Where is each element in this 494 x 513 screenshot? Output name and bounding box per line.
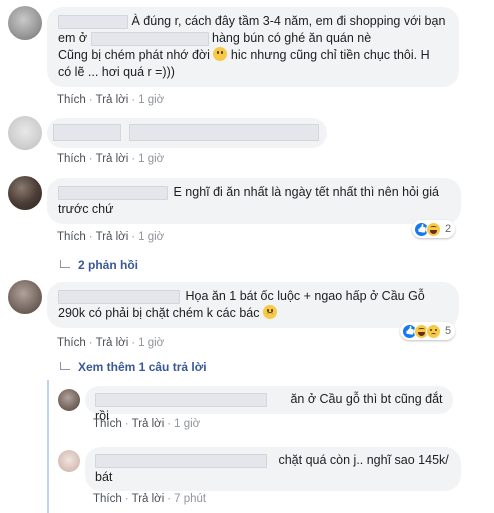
reaction-summary[interactable]: 5: [400, 322, 456, 340]
reply-thread-line: [47, 380, 49, 513]
reply-link[interactable]: Trả lời: [96, 153, 129, 165]
comment-bubble: E nghĩ đi ăn nhất là ngày tết nhất thì n…: [47, 178, 461, 224]
like-link[interactable]: Thích: [93, 418, 122, 430]
reply-link[interactable]: Trả lời: [132, 493, 165, 505]
reply-link[interactable]: Trả lời: [96, 94, 129, 106]
reply-time[interactable]: 1 giờ: [174, 418, 200, 430]
redacted-name[interactable]: [58, 185, 168, 200]
avatar[interactable]: [8, 6, 42, 40]
view-replies-link[interactable]: 2 phản hồi: [60, 258, 138, 272]
comment-actions: Thích · Trả lời · 1 giờ: [57, 153, 165, 165]
reaction-count: 5: [445, 325, 452, 337]
comment-text-line: có lẽ ... hơi quá r =))): [58, 65, 175, 79]
sad-reaction-icon: [426, 323, 441, 339]
reply-actions: Thích · Trả lời · 7 phút: [93, 493, 207, 505]
redacted-text: [129, 124, 319, 141]
comment-actions: Thích · Trả lời · 1 giờ: [57, 337, 165, 349]
view-more-replies-link[interactable]: Xem thêm 1 câu trả lời: [60, 360, 207, 374]
reply-text-line: bát: [95, 470, 113, 484]
comment-actions: Thích · Trả lời · 1 giờ: [57, 231, 165, 243]
comment-time[interactable]: 1 giờ: [138, 153, 164, 165]
reply-text-line: chặt quá còn j.. nghĩ sao 145k/: [95, 452, 451, 469]
comment-text-line: À đúng r, cách đây tầm 3-4 năm, em đi sh…: [58, 13, 448, 30]
comment-bubble: [47, 118, 327, 148]
avatar[interactable]: [8, 280, 42, 314]
redacted-name[interactable]: [53, 124, 121, 141]
comment-time[interactable]: 1 giờ: [138, 337, 164, 349]
comment-time[interactable]: 1 giờ: [138, 94, 164, 106]
reply-time[interactable]: 7 phút: [174, 493, 206, 505]
reply-arrow-icon: [60, 260, 70, 268]
reply-arrow-icon: [60, 362, 70, 370]
reaction-count: 2: [445, 223, 452, 235]
reply-link[interactable]: Trả lời: [132, 418, 165, 430]
comment-bubble: À đúng r, cách đây tầm 3-4 năm, em đi sh…: [47, 7, 459, 87]
redacted-text: [90, 31, 209, 46]
reply-link[interactable]: Trả lời: [96, 231, 129, 243]
comment-text-line: E nghĩ đi ăn nhất là ngày tết nhất thì n…: [58, 184, 450, 201]
avatar[interactable]: [8, 116, 42, 150]
sad-emoji-icon: [263, 305, 277, 319]
comment-text-line: em ở hàng bún có ghé ăn quán nè: [58, 31, 372, 46]
comment-bubble: Họa ăn 1 bát ốc luộc + ngao hấp ở Cầu Gỗ…: [47, 282, 459, 328]
avatar[interactable]: [58, 389, 80, 411]
smile-emoji-icon: [213, 47, 228, 61]
like-link[interactable]: Thích: [57, 337, 86, 349]
avatar[interactable]: [58, 450, 80, 472]
like-link[interactable]: Thích: [93, 493, 122, 505]
avatar[interactable]: [8, 176, 42, 210]
like-link[interactable]: Thích: [57, 153, 86, 165]
redacted-name[interactable]: [95, 392, 267, 407]
comment-text-line: Họa ăn 1 bát ốc luộc + ngao hấp ở Cầu Gỗ: [58, 288, 448, 305]
comment-text-line: trước chứ: [58, 202, 114, 216]
reply-link[interactable]: Trả lời: [96, 337, 129, 349]
comment-actions: Thích · Trả lời · 1 giờ: [57, 94, 165, 106]
like-link[interactable]: Thích: [57, 94, 86, 106]
reply-bubble: chặt quá còn j.. nghĩ sao 145k/ bát: [85, 447, 461, 491]
reaction-summary[interactable]: 2: [412, 220, 456, 238]
comment-text-line: Cũng bị chém phát nhớ đời hic nhưng cũng…: [58, 47, 430, 62]
reply-actions: Thích · Trả lời · 1 giờ: [93, 418, 201, 430]
redacted-name[interactable]: [58, 14, 128, 29]
redacted-name[interactable]: [58, 289, 180, 304]
comment-text-line: 290k có phải bị chặt chém k các bác: [58, 305, 448, 322]
haha-reaction-icon: [426, 221, 441, 237]
redacted-name[interactable]: [95, 453, 267, 468]
like-link[interactable]: Thích: [57, 231, 86, 243]
comment-time[interactable]: 1 giờ: [138, 231, 164, 243]
reply-bubble: ăn ở Cầu gỗ thì bt cũng đắt rồi: [85, 386, 453, 423]
